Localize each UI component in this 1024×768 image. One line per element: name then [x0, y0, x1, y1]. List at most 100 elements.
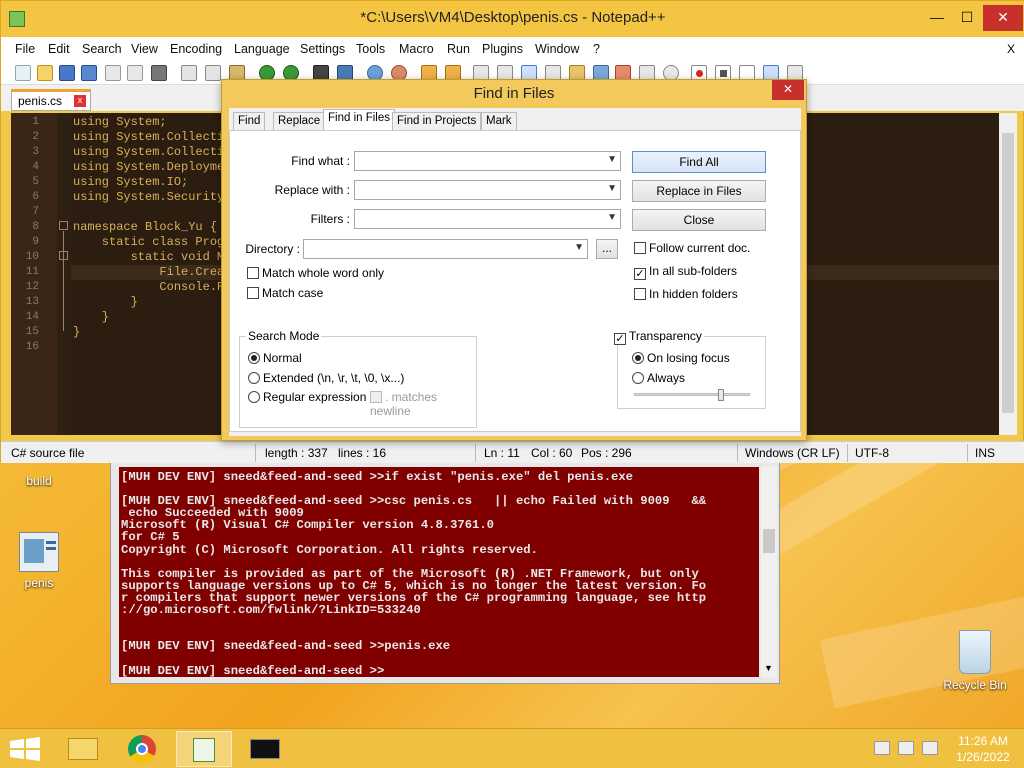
minimize-button[interactable]: —	[923, 5, 951, 31]
save-icon[interactable]	[59, 65, 75, 81]
replace-in-files-button[interactable]: Replace in Files	[632, 180, 766, 202]
whole-word-checkbox[interactable]: Match whole word only	[247, 266, 384, 280]
radio-selected-icon[interactable]	[248, 352, 260, 364]
menu-plugins[interactable]: Plugins	[482, 42, 523, 56]
print-icon[interactable]	[151, 65, 167, 81]
close-document-button[interactable]: X	[1007, 42, 1015, 56]
find-what-input[interactable]: ▼	[354, 151, 621, 171]
checkmark-icon[interactable]: ✓	[634, 268, 646, 280]
fold-margin[interactable]	[57, 113, 71, 435]
browse-directory-button[interactable]: ...	[596, 239, 618, 259]
line-number: 2	[32, 131, 39, 143]
menu-tools[interactable]: Tools	[356, 42, 385, 56]
console-output[interactable]: [MUH DEV ENV] sneed&feed-and-seed >>if e…	[119, 467, 759, 677]
console-window[interactable]: [MUH DEV ENV] sneed&feed-and-seed >>if e…	[110, 462, 780, 684]
radio-selected-icon[interactable]	[632, 352, 644, 364]
transparency-slider-thumb[interactable]	[717, 389, 724, 401]
hidden-folders-checkbox[interactable]: In hidden folders	[634, 287, 738, 301]
chevron-down-icon[interactable]: ▼	[607, 183, 617, 194]
all-subfolders-checkbox[interactable]: ✓ In all sub-folders	[634, 264, 737, 280]
checkbox-unchecked-icon[interactable]	[634, 242, 646, 254]
tab-mark[interactable]: Mark	[481, 112, 517, 130]
menu-settings[interactable]: Settings	[300, 42, 345, 56]
desktop-icon-build[interactable]: build	[4, 474, 74, 488]
chevron-down-icon[interactable]: ▼	[764, 663, 773, 673]
save-all-icon[interactable]	[81, 65, 97, 81]
desktop-icon-penis[interactable]: penis	[4, 532, 74, 590]
action-center-flag-icon[interactable]	[874, 741, 890, 755]
taskbar-file-explorer[interactable]	[56, 731, 112, 767]
editor-scroll-thumb[interactable]	[1002, 133, 1014, 413]
follow-current-doc-checkbox[interactable]: Follow current doc.	[634, 241, 750, 255]
menu-macro[interactable]: Macro	[399, 42, 434, 56]
extended-mode-radio[interactable]: Extended (\n, \r, \t, \0, \x...)	[248, 371, 404, 385]
tab-penis-cs[interactable]: penis.cs x	[11, 89, 91, 111]
open-file-icon[interactable]	[37, 65, 53, 81]
console-scroll-thumb[interactable]	[763, 529, 775, 553]
on-losing-focus-radio[interactable]: On losing focus	[632, 351, 730, 365]
taskbar-command-prompt[interactable]	[238, 731, 294, 767]
console-scrollbar[interactable]: ▼	[761, 467, 777, 677]
tab-find[interactable]: Find	[233, 112, 266, 130]
copy-icon[interactable]	[205, 65, 221, 81]
dialog-body: Find Replace Find in Files Find in Proje…	[229, 108, 801, 436]
start-button[interactable]	[0, 731, 56, 767]
menu-search[interactable]: Search	[82, 42, 122, 56]
status-filetype: C# source file	[11, 446, 85, 460]
filters-input[interactable]: ▼	[354, 209, 621, 229]
menu-encoding[interactable]: Encoding	[170, 42, 222, 56]
checkbox-unchecked-icon[interactable]	[247, 287, 259, 299]
tab-label: penis.cs	[18, 94, 63, 108]
cut-icon[interactable]	[181, 65, 197, 81]
checkmark-icon[interactable]: ✓	[614, 333, 626, 345]
normal-mode-radio[interactable]: Normal	[248, 351, 302, 365]
close-button[interactable]: ✕	[983, 5, 1023, 31]
line-number-gutter: 1 2 3 4 5 6 7 8 9 10 11 12 13 14 15 16	[11, 113, 57, 435]
close-file-icon[interactable]	[105, 65, 121, 81]
line-number: 15	[25, 326, 39, 338]
checkbox-unchecked-icon[interactable]	[634, 288, 646, 300]
menu-file[interactable]: File	[15, 42, 35, 56]
status-separator	[737, 444, 738, 462]
menu-view[interactable]: View	[131, 42, 158, 56]
editor-scrollbar[interactable]	[999, 113, 1017, 435]
desktop-icon-recycle-bin[interactable]: Recycle Bin	[940, 630, 1010, 692]
chevron-down-icon[interactable]: ▼	[607, 212, 617, 223]
radio-unselected-icon[interactable]	[248, 391, 260, 403]
regex-mode-radio[interactable]: Regular expression	[248, 390, 366, 404]
replace-with-input[interactable]: ▼	[354, 180, 621, 200]
menu-help[interactable]: ?	[593, 42, 600, 56]
system-clock[interactable]: 11:26 AM 1/26/2022	[948, 733, 1018, 765]
taskbar-notepadpp[interactable]	[176, 731, 232, 767]
maximize-button[interactable]: ☐	[953, 5, 981, 31]
volume-icon[interactable]	[922, 741, 938, 755]
menu-run[interactable]: Run	[447, 42, 470, 56]
tab-find-in-files[interactable]: Find in Files	[323, 109, 395, 131]
menu-language[interactable]: Language	[234, 42, 290, 56]
tab-replace[interactable]: Replace	[273, 112, 326, 130]
status-encoding: UTF-8	[855, 446, 889, 460]
chevron-down-icon[interactable]: ▼	[607, 154, 617, 165]
dialog-close-button[interactable]: ✕	[772, 80, 804, 100]
checkbox-unchecked-icon[interactable]	[247, 267, 259, 279]
directory-input[interactable]: ▼	[303, 239, 588, 259]
transparency-slider-track[interactable]	[634, 389, 750, 401]
taskbar-chrome[interactable]	[114, 731, 170, 767]
always-radio[interactable]: Always	[632, 371, 685, 385]
radio-unselected-icon[interactable]	[248, 372, 260, 384]
find-all-button[interactable]: Find All	[632, 151, 766, 173]
chevron-down-icon[interactable]: ▼	[574, 242, 584, 253]
fold-minus-icon[interactable]	[59, 221, 68, 230]
tab-find-in-projects[interactable]: Find in Projects	[392, 112, 482, 130]
radio-unselected-icon[interactable]	[632, 372, 644, 384]
menu-window[interactable]: Window	[535, 42, 579, 56]
new-file-icon[interactable]	[15, 65, 31, 81]
transparency-checkbox[interactable]: ✓ Transparency	[612, 329, 704, 345]
close-icon[interactable]: x	[74, 95, 86, 107]
network-icon[interactable]	[898, 741, 914, 755]
search-mode-title: Search Mode	[246, 329, 322, 343]
close-button[interactable]: Close	[632, 209, 766, 231]
close-all-icon[interactable]	[127, 65, 143, 81]
match-case-checkbox[interactable]: Match case	[247, 286, 323, 300]
menu-edit[interactable]: Edit	[48, 42, 70, 56]
